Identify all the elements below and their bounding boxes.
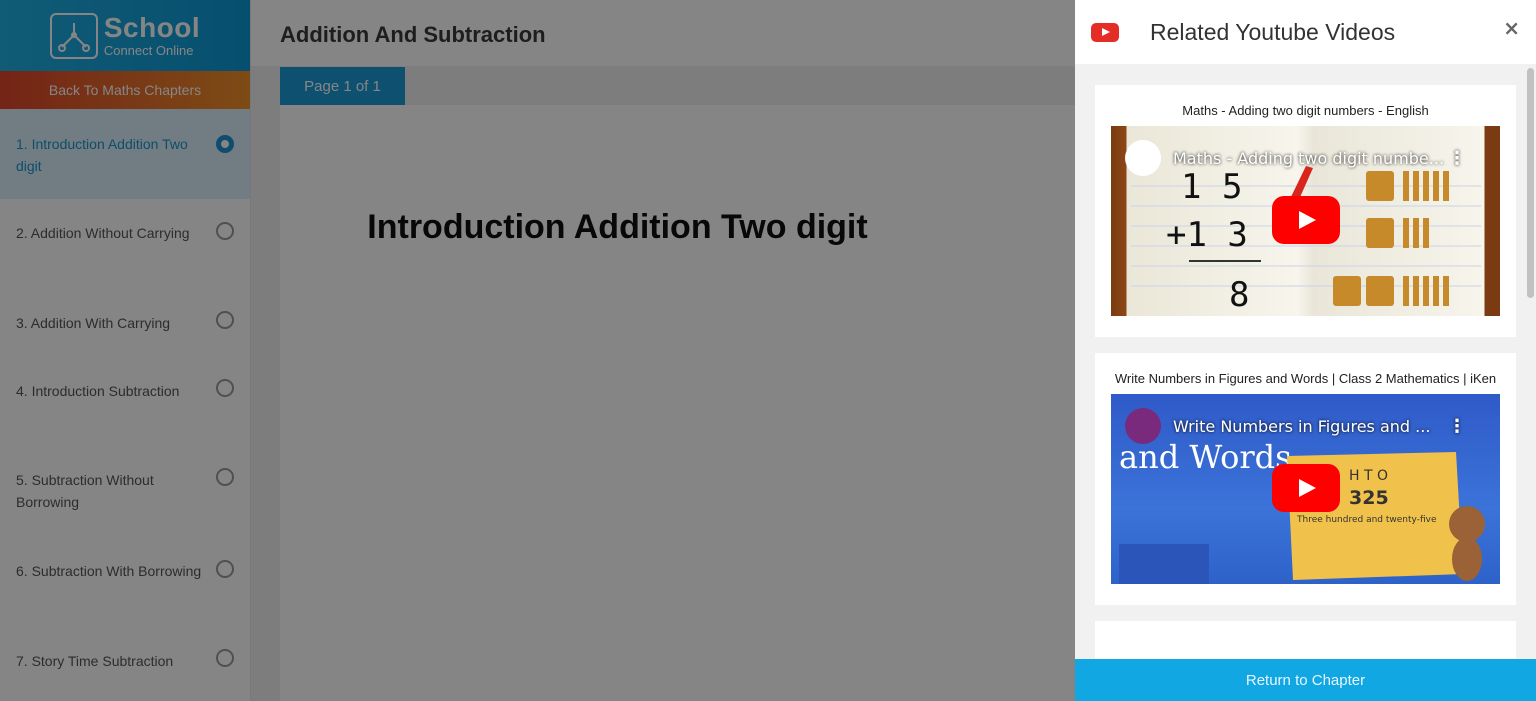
- video-card: Maths - Adding two digit numbers - Engli…: [1095, 85, 1516, 337]
- svg-text:1 5: 1 5: [1181, 167, 1242, 207]
- video-player[interactable]: and Words H T O 325 Three hundred and tw…: [1111, 394, 1500, 584]
- channel-avatar[interactable]: [1125, 140, 1161, 176]
- youtube-icon: [1091, 22, 1119, 42]
- modal-backdrop[interactable]: [0, 0, 1075, 701]
- panel-header: Related Youtube Videos ×: [1075, 0, 1536, 64]
- play-icon[interactable]: [1272, 464, 1340, 512]
- svg-text:H T O: H T O: [1349, 468, 1388, 484]
- return-to-chapter-button[interactable]: Return to Chapter: [1075, 659, 1536, 701]
- svg-text:Three hundred and twenty-five: Three hundred and twenty-five: [1296, 515, 1437, 525]
- svg-text:8: 8: [1229, 275, 1249, 315]
- svg-text:+1 3: +1 3: [1166, 215, 1248, 255]
- more-options-icon[interactable]: ⋮: [1448, 148, 1466, 169]
- svg-text:325: 325: [1349, 487, 1389, 509]
- video-title: Maths - Adding two digit numbers - Engli…: [1182, 103, 1429, 118]
- play-icon[interactable]: [1272, 196, 1340, 244]
- panel-title: Related Youtube Videos: [1150, 18, 1396, 45]
- more-options-icon[interactable]: ⋮: [1448, 416, 1466, 437]
- video-title: Write Numbers in Figures and Words | Cla…: [1114, 371, 1497, 386]
- video-thumbnail-caption: Write Numbers in Figures and ...: [1173, 417, 1431, 436]
- close-icon[interactable]: ×: [1503, 16, 1520, 40]
- scrollbar[interactable]: [1527, 68, 1534, 298]
- video-card: Write Numbers in Figures and Words | Cla…: [1095, 353, 1516, 605]
- related-videos-panel: Related Youtube Videos × Maths - Adding …: [1075, 0, 1536, 701]
- channel-avatar[interactable]: [1125, 408, 1161, 444]
- video-player[interactable]: 1 5 +1 3 8 Maths - Adding two digit numb…: [1111, 126, 1500, 316]
- video-list[interactable]: Maths - Adding two digit numbers - Engli…: [1075, 64, 1536, 659]
- video-thumbnail-caption: Maths - Adding two digit numbe...: [1173, 149, 1445, 168]
- video-card: [1095, 621, 1516, 659]
